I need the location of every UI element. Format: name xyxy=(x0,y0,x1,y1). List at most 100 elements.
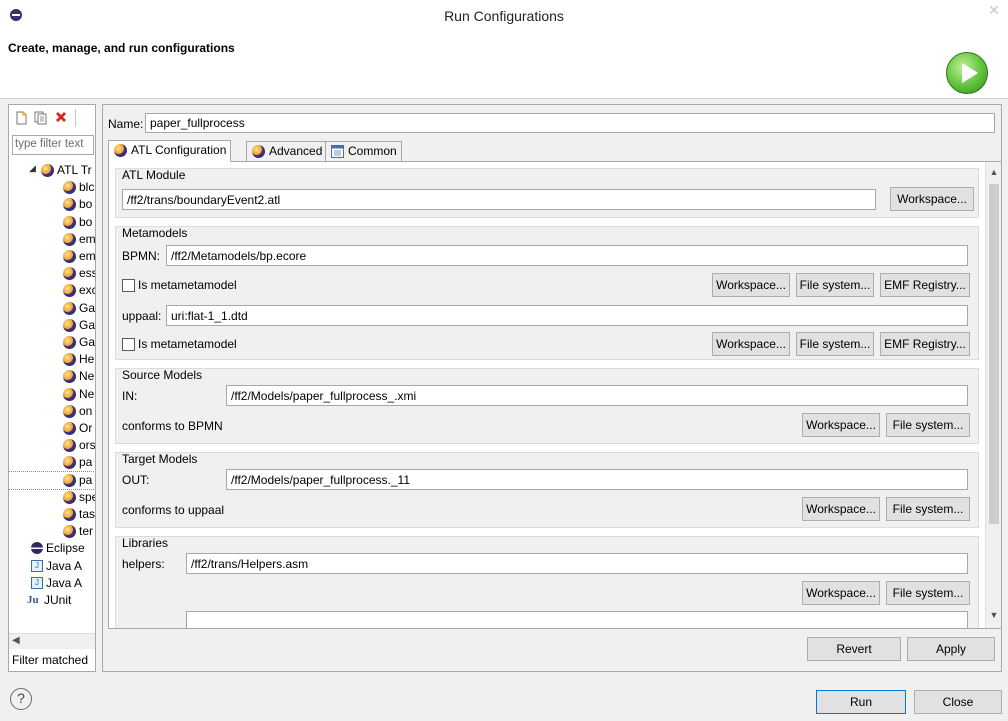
scroll-up-icon[interactable]: ▲ xyxy=(989,167,999,177)
atl-launch-icon xyxy=(63,302,76,315)
name-field[interactable]: paper_fullprocess xyxy=(145,113,995,133)
tree-item-label: Or xyxy=(79,421,93,435)
tree-item[interactable]: em xyxy=(9,248,95,265)
new-config-icon[interactable] xyxy=(14,111,28,125)
tree-item[interactable]: ess xyxy=(9,265,95,282)
junit-icon: Ju xyxy=(27,594,39,606)
atl-launch-icon xyxy=(63,388,76,401)
tab-atl-configuration[interactable]: ATL Configuration xyxy=(108,140,232,162)
uppaal-is-metametamodel-checkbox[interactable] xyxy=(122,338,135,351)
scroll-down-icon[interactable]: ▼ xyxy=(989,610,999,620)
common-tab-icon xyxy=(331,145,344,158)
tree-item[interactable]: ter xyxy=(9,523,95,540)
scroll-left-icon[interactable]: ◀ xyxy=(12,635,20,646)
tab-common[interactable]: Common xyxy=(325,141,402,161)
group-title: ATL Module xyxy=(122,168,186,182)
tree-item[interactable]: Ju JUnit xyxy=(9,592,95,609)
tree-item[interactable]: bo xyxy=(9,196,95,213)
tree-item[interactable]: Eclipse xyxy=(9,540,95,557)
revert-button[interactable]: Revert xyxy=(807,637,901,661)
bpmn-emf-registry-button[interactable]: EMF Registry... xyxy=(880,273,970,297)
expand-toggle-icon[interactable]: ◢ xyxy=(29,163,36,174)
tree-item[interactable]: ors xyxy=(9,437,95,454)
bpmn-is-metametamodel-checkbox[interactable] xyxy=(122,279,135,292)
uppaal-filesystem-button[interactable]: File system... xyxy=(796,332,874,356)
tree-item[interactable]: bo xyxy=(9,214,95,231)
tree-item[interactable]: em xyxy=(9,231,95,248)
tree-item-label: ess xyxy=(79,266,96,280)
tree-item[interactable]: J Java A xyxy=(9,575,95,592)
libraries-group: Libraries helpers: /ff2/trans/Helpers.as… xyxy=(115,536,979,628)
bpmn-label: BPMN: xyxy=(122,249,161,263)
target-model-out-field[interactable]: /ff2/Models/paper_fullprocess._11 xyxy=(226,469,968,490)
tree-item[interactable]: Ga xyxy=(9,334,95,351)
tree-item-label: ors xyxy=(79,438,96,452)
tree-item[interactable]: J Java A xyxy=(9,558,95,575)
group-title: Target Models xyxy=(122,452,198,466)
tree-item[interactable]: spe xyxy=(9,489,95,506)
next-library-field[interactable] xyxy=(186,611,968,628)
tree-item[interactable]: on xyxy=(9,403,95,420)
vertical-scrollbar[interactable]: ▲ ▼ xyxy=(985,162,1001,628)
atl-module-workspace-button[interactable]: Workspace... xyxy=(890,187,974,211)
toolbar-separator xyxy=(75,109,76,127)
atl-launch-icon xyxy=(41,164,54,177)
target-filesystem-button[interactable]: File system... xyxy=(886,497,970,521)
tree-item[interactable]: Ga xyxy=(9,300,95,317)
tree-item[interactable]: pa xyxy=(9,471,95,490)
bpmn-metamodel-field[interactable]: /ff2/Metamodels/bp.ecore xyxy=(166,245,968,266)
atl-launch-icon xyxy=(63,267,76,280)
bpmn-workspace-button[interactable]: Workspace... xyxy=(712,273,790,297)
atl-launch-icon xyxy=(63,525,76,538)
duplicate-config-icon[interactable] xyxy=(34,111,48,125)
tab-label: ATL Configuration xyxy=(131,143,227,157)
tree-item[interactable]: pa xyxy=(9,454,95,471)
uppaal-workspace-button[interactable]: Workspace... xyxy=(712,332,790,356)
helpers-label: helpers: xyxy=(122,557,165,571)
eclipse-icon xyxy=(31,542,43,554)
tree-item-label: bo xyxy=(79,197,93,211)
delete-config-icon[interactable] xyxy=(54,111,68,125)
scrollbar-thumb[interactable] xyxy=(989,184,999,524)
tree-item[interactable]: blc xyxy=(9,179,95,196)
bpmn-filesystem-button[interactable]: File system... xyxy=(796,273,874,297)
tab-advanced[interactable]: Advanced xyxy=(246,141,328,161)
atl-launch-icon xyxy=(63,284,76,297)
tree-item[interactable]: He xyxy=(9,351,95,368)
tab-label: Common xyxy=(348,144,397,158)
tree-item-label: pa xyxy=(79,473,93,487)
target-workspace-button[interactable]: Workspace... xyxy=(802,497,880,521)
source-models-group: Source Models IN: /ff2/Models/paper_full… xyxy=(115,368,979,444)
in-label: IN: xyxy=(122,389,138,403)
source-filesystem-button[interactable]: File system... xyxy=(886,413,970,437)
window-close-button[interactable]: ✕ xyxy=(980,0,1008,20)
atl-launch-icon xyxy=(63,456,76,469)
libraries-filesystem-button[interactable]: File system... xyxy=(886,581,970,605)
help-icon[interactable]: ? xyxy=(10,688,32,710)
tree-item[interactable]: tas xyxy=(9,506,95,523)
source-workspace-button[interactable]: Workspace... xyxy=(802,413,880,437)
tree-item[interactable]: Or xyxy=(9,420,95,437)
tree-item[interactable]: ◢ ATL Tr xyxy=(9,162,95,179)
window-title: Run Configurations xyxy=(444,8,564,24)
uppaal-emf-registry-button[interactable]: EMF Registry... xyxy=(880,332,970,356)
atl-module-path-field[interactable]: /ff2/trans/boundaryEvent2.atl xyxy=(122,189,876,210)
horizontal-scrollbar[interactable]: ◀ xyxy=(9,633,95,649)
is-metametamodel-label: Is metametamodel xyxy=(138,278,237,292)
tree-item[interactable]: Ga xyxy=(9,317,95,334)
atl-launch-icon xyxy=(63,233,76,246)
metamodels-group: Metamodels BPMN: /ff2/Metamodels/bp.ecor… xyxy=(115,226,979,360)
tree-item[interactable]: exc xyxy=(9,282,95,299)
run-button[interactable]: Run xyxy=(816,690,906,714)
helpers-library-field[interactable]: /ff2/trans/Helpers.asm xyxy=(186,553,968,574)
tree-item[interactable]: Ne xyxy=(9,386,95,403)
apply-button[interactable]: Apply xyxy=(907,637,995,661)
filter-input[interactable]: type filter text xyxy=(12,135,94,155)
close-button[interactable]: Close xyxy=(914,690,1002,714)
libraries-workspace-button[interactable]: Workspace... xyxy=(802,581,880,605)
tree-item-label: pa xyxy=(79,455,93,469)
tree-item[interactable]: Ne xyxy=(9,368,95,385)
uppaal-metamodel-field[interactable]: uri:flat-1_1.dtd xyxy=(166,305,968,326)
atl-launch-icon xyxy=(63,370,76,383)
source-model-in-field[interactable]: /ff2/Models/paper_fullprocess_.xmi xyxy=(226,385,968,406)
